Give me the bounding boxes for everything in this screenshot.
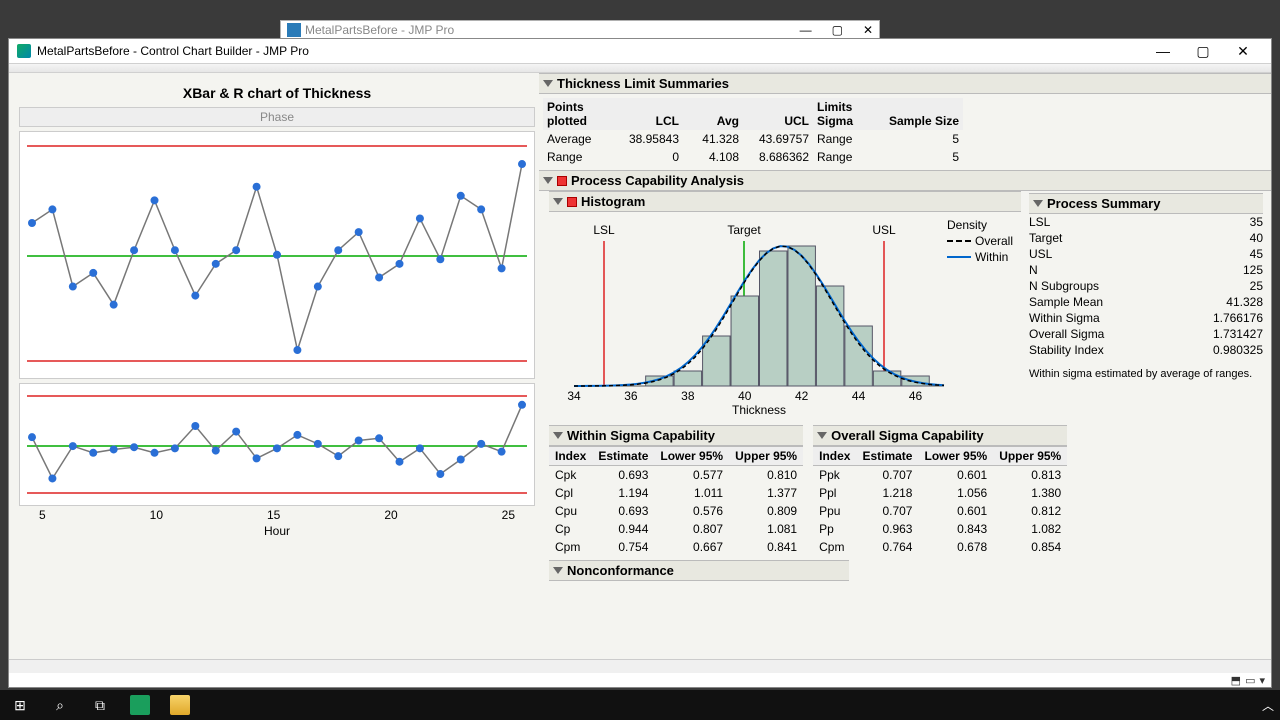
bg-close-icon: ✕ [863, 23, 873, 37]
minimize-button[interactable]: — [1143, 39, 1183, 63]
svg-text:Target: Target [727, 223, 761, 237]
overall-cap-header[interactable]: Overall Sigma Capability [813, 425, 1067, 446]
overall-line-icon [947, 240, 971, 242]
limits-table: PointsplottedLCLAvgUCLLimitsSigmaSample … [539, 94, 1271, 170]
overall-cap-title: Overall Sigma Capability [831, 428, 983, 443]
within-cap-title: Within Sigma Capability [567, 428, 715, 443]
maximize-button[interactable]: ▢ [1183, 39, 1223, 63]
within-cap-header[interactable]: Within Sigma Capability [549, 425, 803, 446]
app-icon [287, 23, 301, 37]
r-chart[interactable] [19, 383, 535, 506]
phase-dropzone[interactable]: Phase [19, 107, 535, 127]
taskbar-app-jmp[interactable] [120, 690, 160, 720]
disclosure-icon [1033, 200, 1043, 207]
svg-text:46: 46 [909, 389, 923, 403]
svg-text:USL: USL [872, 223, 896, 237]
x-axis-label: Hour [19, 522, 535, 542]
options-red-icon[interactable] [567, 197, 577, 207]
status-bar: ⬒ ▭ ▾ [9, 673, 1271, 687]
svg-text:42: 42 [795, 389, 809, 403]
svg-text:Thickness: Thickness [732, 403, 786, 416]
legend: Density Overall Within [947, 218, 1013, 266]
summary-table: LSL35Target40USL45N125N Subgroups25Sampl… [1029, 214, 1263, 358]
taskbar-app-explorer[interactable] [160, 690, 200, 720]
within-line-icon [947, 256, 971, 258]
horizontal-scrollbar[interactable] [9, 659, 1271, 673]
overall-cap-table: IndexEstimateLower 95%Upper 95%Ppk0.7070… [813, 446, 1067, 556]
tray-chevron-icon[interactable]: ︿ [1256, 697, 1280, 714]
search-button[interactable]: ⌕ [40, 690, 80, 720]
titlebar: MetalPartsBefore - Control Chart Builder… [9, 39, 1271, 63]
disclosure-icon [553, 432, 563, 439]
disclosure-icon [543, 80, 553, 87]
svg-text:38: 38 [681, 389, 695, 403]
bg-maximize-icon: ▢ [832, 23, 843, 37]
disclosure-icon [543, 177, 553, 184]
start-button[interactable]: ⊞ [0, 690, 40, 720]
svg-text:34: 34 [567, 389, 581, 403]
app-icon [17, 44, 31, 58]
disclosure-icon [553, 567, 563, 574]
bg-minimize-icon: — [800, 23, 812, 37]
bg-title: MetalPartsBefore - JMP Pro [305, 23, 454, 37]
status-icon[interactable]: ▭ [1245, 674, 1255, 687]
svg-text:LSL: LSL [593, 223, 615, 237]
x-axis-ticks: 510152025 [19, 506, 535, 522]
window-title: MetalPartsBefore - Control Chart Builder… [37, 44, 309, 58]
limits-section-header[interactable]: Thickness Limit Summaries [539, 73, 1271, 94]
taskview-button[interactable]: ⧉ [80, 690, 120, 720]
main-window: MetalPartsBefore - Control Chart Builder… [8, 38, 1272, 688]
taskbar: ⊞ ⌕ ⧉ ︿ [0, 690, 1280, 720]
hist-title: Histogram [581, 194, 645, 209]
svg-text:44: 44 [852, 389, 866, 403]
summary-title: Process Summary [1047, 196, 1160, 211]
within-cap-table: IndexEstimateLower 95%Upper 95%Cpk0.6930… [549, 446, 803, 556]
close-button[interactable]: ✕ [1223, 39, 1263, 63]
hist-section-header[interactable]: Histogram [549, 191, 1021, 212]
background-window-titlebar: MetalPartsBefore - JMP Pro — ▢ ✕ [280, 20, 880, 40]
status-icon[interactable]: ⬒ [1231, 674, 1241, 687]
chart-title: XBar & R chart of Thickness [19, 77, 535, 103]
limits-title: Thickness Limit Summaries [557, 76, 729, 91]
histogram-chart[interactable]: LSL Target USL 34 36 38 40 42 44 46 Thickness [549, 216, 969, 416]
disclosure-icon [817, 432, 827, 439]
summary-note: Within sigma estimated by average of ran… [1029, 368, 1263, 380]
summary-section-header[interactable]: Process Summary [1029, 193, 1263, 214]
xbar-chart[interactable] [19, 131, 535, 379]
options-red-icon[interactable] [557, 176, 567, 186]
svg-text:40: 40 [738, 389, 752, 403]
pca-section-header[interactable]: Process Capability Analysis [539, 170, 1271, 191]
disclosure-icon [553, 198, 563, 205]
toolbar [9, 63, 1271, 73]
nonconf-title: Nonconformance [567, 563, 674, 578]
pca-title: Process Capability Analysis [571, 173, 744, 188]
nonconf-header[interactable]: Nonconformance [549, 560, 849, 581]
status-dropdown-icon[interactable]: ▾ [1259, 674, 1265, 687]
svg-text:36: 36 [624, 389, 638, 403]
